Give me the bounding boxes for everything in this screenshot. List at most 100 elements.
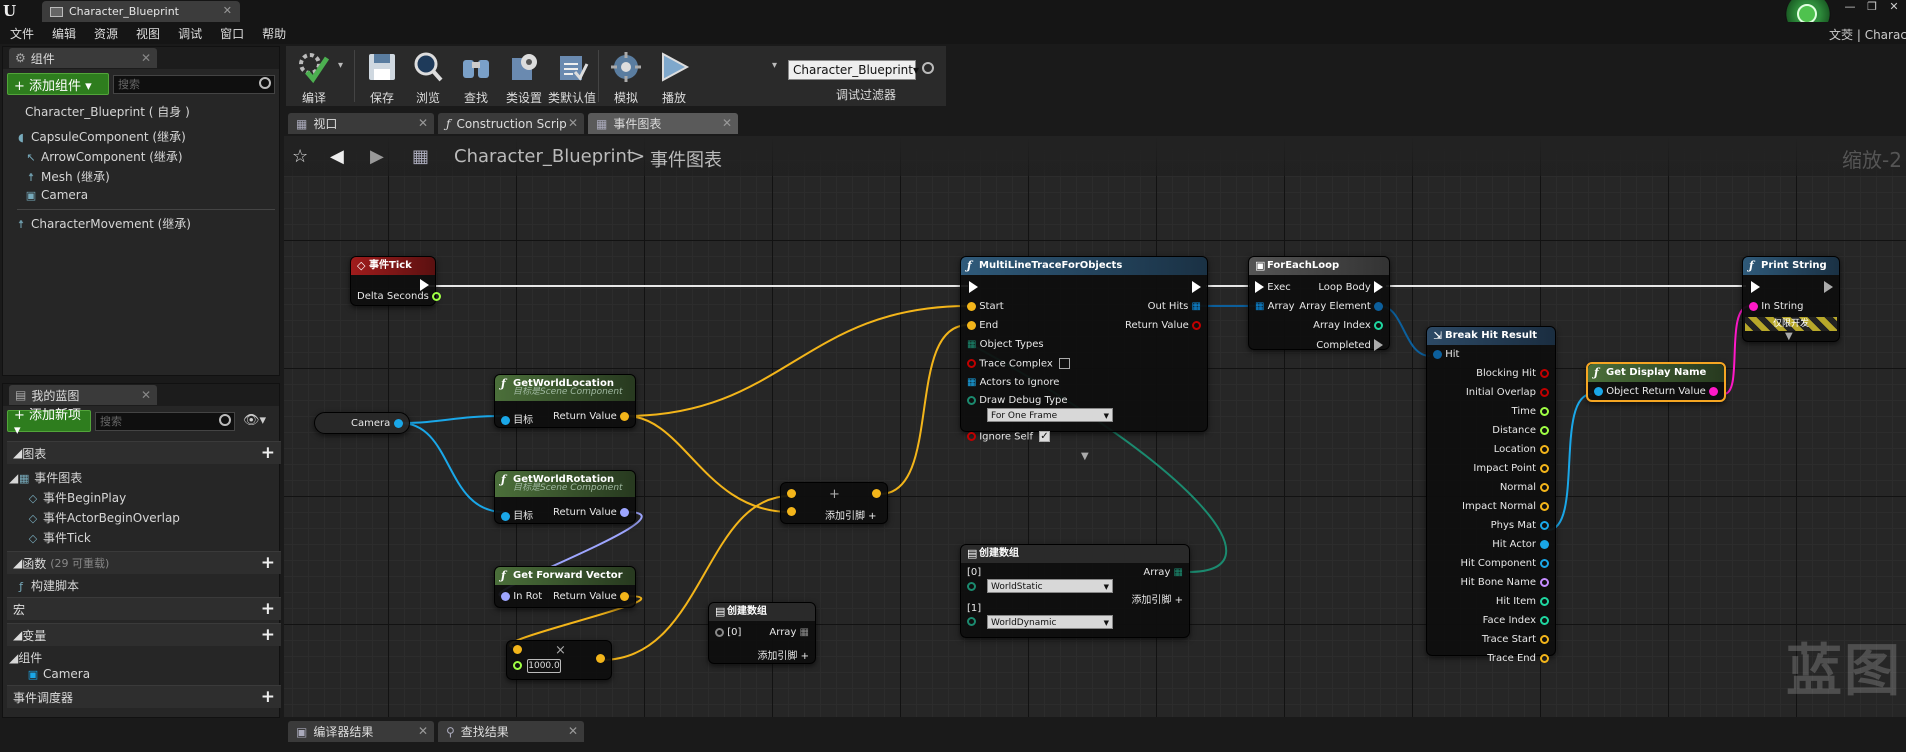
construction-script-item[interactable]: ƒ 构建脚本 — [15, 577, 79, 594]
close-icon[interactable]: ✕ — [141, 51, 151, 65]
close-icon[interactable]: ✕ — [722, 116, 732, 130]
save-button[interactable]: 保存 — [358, 48, 406, 105]
tab-construction-script[interactable]: ƒ Construction Scrip ✕ — [438, 113, 584, 134]
multiply-value-input[interactable]: 1000.0 — [527, 659, 561, 673]
close-icon[interactable]: ✕ — [568, 724, 578, 738]
tab-event-graph[interactable]: ▦ 事件图表 ✕ — [588, 113, 738, 134]
break-hit-output-pin[interactable] — [1540, 520, 1549, 530]
exec-in-pin[interactable] — [1255, 281, 1264, 293]
get-display-name-node[interactable]: ƒ Get Display Name Object Return Value — [1586, 362, 1726, 402]
menu-help[interactable]: 帮助 — [262, 25, 286, 42]
add-a-pin[interactable] — [787, 489, 796, 498]
get-world-rotation-node[interactable]: ƒ GetWorldRotation 目标是Scene Component 目标 … — [494, 470, 636, 524]
add-pin-button[interactable]: 添加引脚 + — [757, 647, 809, 662]
component-camera[interactable]: ▣ Camera — [25, 188, 88, 202]
class-defaults-button[interactable]: 类默认值 — [548, 48, 596, 105]
menu-debug[interactable]: 调试 — [178, 25, 202, 42]
exec-in-pin[interactable] — [969, 281, 978, 293]
section-functions[interactable]: ◢ 函数 (29 可重载) + — [7, 551, 281, 574]
multi-line-trace-node[interactable]: ƒ MultiLineTraceForObjects Start Out Hits… — [960, 256, 1208, 462]
add-function-icon[interactable]: + — [261, 553, 275, 573]
close-icon[interactable]: ✕ — [418, 116, 428, 130]
add-dispatcher-icon[interactable]: + — [261, 687, 275, 707]
menu-view[interactable]: 视图 — [136, 25, 160, 42]
array-index-pin[interactable] — [1374, 320, 1383, 330]
tab-viewport[interactable]: ▦ 视口 ✕ — [288, 113, 434, 134]
section-macros[interactable]: 宏 + — [7, 597, 281, 620]
target-pin[interactable] — [501, 511, 510, 521]
add-pin-button[interactable]: 添加引脚 + — [825, 507, 877, 522]
draw-debug-type-select[interactable]: For One Frame — [987, 408, 1113, 423]
ignore-self-pin[interactable] — [967, 432, 976, 441]
add-node[interactable]: + 添加引脚 + — [780, 482, 888, 524]
exec-out-pin[interactable] — [1824, 281, 1833, 293]
break-hit-output-pin[interactable] — [1540, 577, 1549, 587]
add-graph-icon[interactable]: + — [261, 443, 275, 463]
event-actor-begin-overlap[interactable]: ◇ 事件ActorBeginOverlap — [27, 509, 180, 526]
component-search-input[interactable]: 搜索 — [113, 75, 275, 94]
component-arrow[interactable]: ↖ ArrowComponent (继承) — [25, 148, 182, 165]
array-element-pin[interactable] — [1374, 301, 1383, 311]
close-icon[interactable]: ✕ — [223, 4, 232, 17]
tab-compiler-results[interactable]: ▣ 编译器结果 ✕ — [288, 721, 434, 742]
make-array-node-big[interactable]: ▤创建数组 [0] WorldStatic [1] WorldDynamic A… — [960, 544, 1190, 638]
component-root[interactable]: Character_Blueprint ( 自身 ) — [25, 103, 190, 120]
make-array-node-small[interactable]: ▤ 创建数组 [0] Array ▦ 添加引脚 + — [708, 602, 816, 664]
multiply-a-pin[interactable] — [513, 645, 522, 654]
break-hit-output-pin[interactable] — [1540, 463, 1549, 473]
exec-out-pin[interactable] — [420, 279, 429, 291]
event-beginplay[interactable]: ◇ 事件BeginPlay — [27, 489, 126, 506]
section-variables[interactable]: ◢ 变量 + — [7, 623, 281, 646]
component-movement[interactable]: ☨ CharacterMovement (继承) — [15, 215, 191, 232]
camera-variable[interactable]: ▣ Camera — [27, 667, 90, 681]
expand-pins-icon[interactable]: ▼ — [1081, 451, 1089, 462]
browse-button[interactable]: 浏览 — [404, 48, 452, 105]
completed-pin[interactable] — [1374, 339, 1383, 351]
search-icon[interactable] — [922, 62, 934, 74]
break-hit-output-pin[interactable] — [1540, 406, 1549, 416]
multiply-out-pin[interactable] — [596, 654, 605, 663]
array-item-0-select[interactable]: WorldStatic — [987, 579, 1113, 594]
simulate-button[interactable]: 模拟 — [602, 48, 650, 105]
add-component-button[interactable]: + 添加组件 ▾ — [7, 73, 109, 95]
tab-find-results[interactable]: ⚲ 查找结果 ✕ — [438, 721, 584, 742]
break-hit-output-pin[interactable] — [1540, 653, 1549, 663]
document-tab[interactable]: Character_Blueprint ✕ — [42, 1, 240, 22]
trace-complex-pin[interactable] — [967, 359, 976, 368]
break-hit-output-pin[interactable] — [1540, 425, 1549, 435]
array-item-1-select[interactable]: WorldDynamic — [987, 615, 1113, 630]
out-hits-pin[interactable]: ▦ — [1192, 301, 1201, 312]
add-out-pin[interactable] — [872, 489, 881, 498]
multiply-node[interactable]: × 1000.0 — [506, 640, 612, 680]
menu-asset[interactable]: 资源 — [94, 25, 118, 42]
start-pin[interactable] — [967, 301, 976, 311]
object-pin[interactable] — [1594, 386, 1603, 396]
components-category[interactable]: ◢ 组件 — [9, 649, 42, 666]
menu-window[interactable]: 窗口 — [220, 25, 244, 42]
multiply-b-pin[interactable] — [513, 661, 522, 670]
compile-button[interactable]: 编译 — [290, 48, 338, 105]
break-hit-output-pin[interactable] — [1540, 444, 1549, 454]
camera-getter-node[interactable]: Camera — [314, 412, 410, 434]
in-rot-pin[interactable] — [501, 591, 510, 601]
in-string-pin[interactable] — [1749, 301, 1758, 311]
class-settings-button[interactable]: 类设置 — [500, 48, 548, 105]
array-item-1-pin[interactable] — [967, 617, 976, 626]
array-item-0-pin[interactable] — [967, 582, 976, 591]
array-out-pin[interactable]: ▦ — [1174, 567, 1183, 578]
break-hit-output-pin[interactable] — [1540, 596, 1549, 606]
break-hit-output-pin[interactable] — [1540, 501, 1549, 511]
camera-out-pin[interactable] — [394, 419, 403, 428]
eye-icon[interactable]: 👁▾ — [243, 413, 266, 428]
add-macro-icon[interactable]: + — [261, 599, 275, 619]
array-item-pin[interactable] — [715, 627, 724, 637]
section-graphs[interactable]: ◢ 图表 + — [7, 441, 281, 464]
get-world-location-node[interactable]: ƒ GetWorldLocation 目标是Scene Component 目标 … — [494, 374, 636, 428]
expand-pins-icon[interactable]: ▼ — [1785, 331, 1793, 342]
array-in-pin[interactable]: ▦ — [1255, 301, 1264, 312]
exec-out-pin[interactable] — [1192, 281, 1201, 293]
close-icon[interactable]: ✕ — [418, 724, 428, 738]
break-hit-output-pin[interactable] — [1540, 387, 1549, 397]
event-tick-node[interactable]: ◇ 事件Tick Delta Seconds — [350, 256, 442, 306]
blueprint-search-input[interactable]: 搜索 — [95, 412, 235, 431]
